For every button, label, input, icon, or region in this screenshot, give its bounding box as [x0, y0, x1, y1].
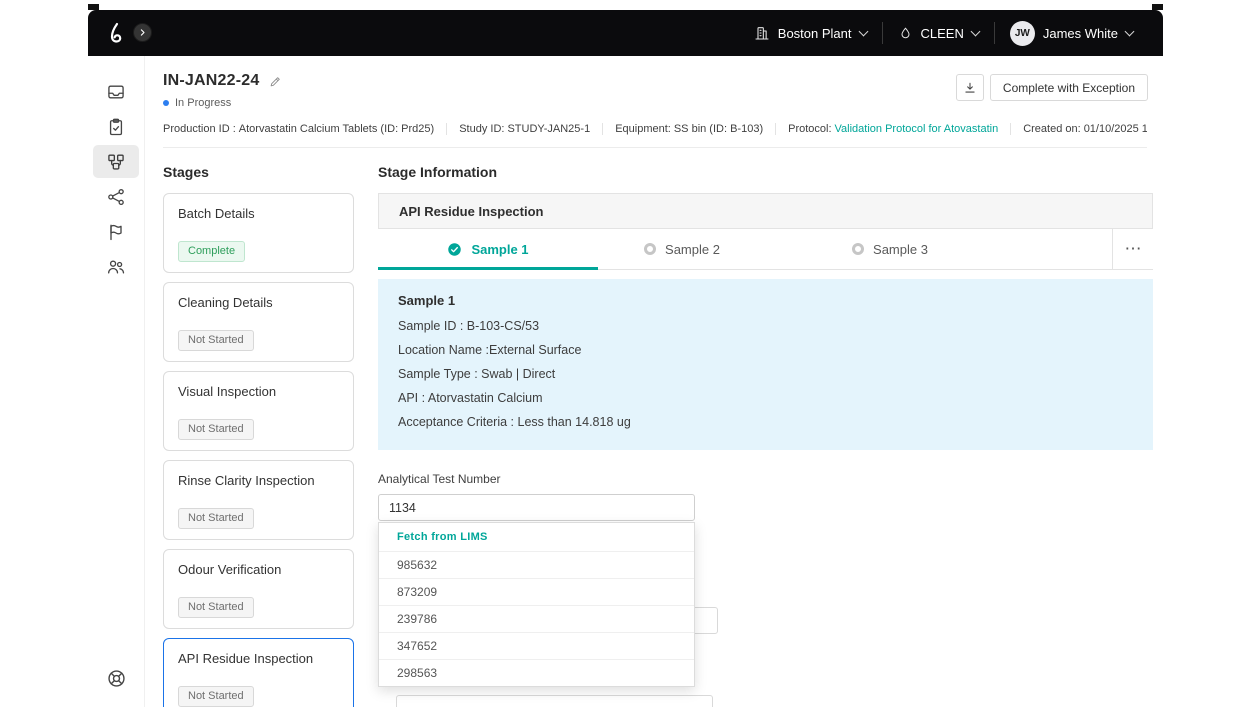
chevron-down-icon — [1125, 26, 1135, 36]
chevron-down-icon — [970, 26, 980, 36]
stage-information-column: Stage Information API Residue Inspection… — [378, 148, 1163, 703]
more-tabs-button[interactable]: ⋯ — [1112, 229, 1153, 269]
sidebar-item-workflow[interactable] — [93, 180, 139, 213]
pending-circle-icon — [644, 243, 656, 255]
download-button[interactable] — [956, 74, 984, 101]
user-name: James White — [1043, 26, 1118, 41]
app-selector[interactable]: CLEEN — [883, 26, 994, 41]
stage-card-odour-verification[interactable]: Odour Verification Not Started — [163, 549, 354, 629]
stages-column: Stages Batch Details Complete Cleaning D… — [145, 148, 378, 703]
edit-icon[interactable] — [269, 75, 282, 88]
sample-tabs: Sample 1 Sample 2 Sample 3 ⋯ — [378, 229, 1153, 270]
analytical-test-form: Analytical Test Number Fetch from LIMS 9… — [378, 472, 718, 521]
stage-status-badge: Not Started — [178, 330, 254, 351]
body: IN-JAN22-24 In Progress — [88, 56, 1163, 707]
sidebar — [88, 56, 145, 707]
meta-item-equipment: Equipment:SS bin (ID: B-103) — [602, 123, 775, 135]
stage-information-heading: Stage Information — [378, 164, 1153, 180]
dropdown-option[interactable]: 239786 — [379, 605, 694, 632]
stages-heading: Stages — [163, 164, 378, 180]
sidebar-item-support[interactable] — [93, 662, 139, 695]
user-menu[interactable]: JW James White — [995, 21, 1148, 46]
stage-status-badge: Not Started — [178, 597, 254, 618]
meta-item-production-id: Production ID :Atorvastatin Calcium Tabl… — [163, 123, 446, 135]
stage-status-badge: Complete — [178, 241, 245, 262]
sidebar-collapse-button[interactable] — [133, 23, 152, 42]
analytical-test-number-input[interactable] — [378, 494, 695, 521]
sidebar-item-flags[interactable] — [93, 215, 139, 248]
fetch-from-lims-action[interactable]: Fetch from LIMS — [379, 523, 694, 551]
sidebar-item-users[interactable] — [93, 250, 139, 283]
inbox-icon — [106, 82, 126, 102]
sample-title: Sample 1 — [398, 293, 1133, 308]
tab-sample-2[interactable]: Sample 2 — [598, 229, 766, 269]
stage-card-batch-details[interactable]: Batch Details Complete — [163, 193, 354, 273]
sidebar-item-inbox[interactable] — [93, 75, 139, 108]
stage-panel-header: API Residue Inspection — [378, 193, 1153, 229]
dropdown-option[interactable]: 298563 — [379, 659, 694, 686]
avatar: JW — [1010, 21, 1035, 46]
chevron-down-icon — [858, 26, 868, 36]
api-line: API : Atorvastatin Calcium — [398, 386, 1133, 410]
sample-type-line: Sample Type : Swab | Direct — [398, 362, 1133, 386]
sample-id-line: Sample ID : B-103-CS/53 — [398, 314, 1133, 338]
complete-with-exception-button[interactable]: Complete with Exception — [990, 74, 1148, 101]
pending-circle-icon — [852, 243, 864, 255]
cleen-app-icon — [898, 26, 913, 41]
status-text: In Progress — [175, 97, 231, 109]
support-icon — [106, 668, 127, 689]
stage-card-api-residue-inspection[interactable]: API Residue Inspection Not Started — [163, 638, 354, 707]
page-head: IN-JAN22-24 In Progress — [145, 56, 1163, 148]
plant-selector[interactable]: Boston Plant — [739, 25, 882, 41]
tab-sample-3[interactable]: Sample 3 — [766, 229, 1014, 269]
meta-item-created-on: Created on:01/10/2025 11:41:39 — [1010, 123, 1147, 135]
building-icon — [754, 25, 770, 41]
sidebar-item-tasks[interactable] — [93, 110, 139, 143]
partially-visible-input-field[interactable] — [396, 695, 713, 707]
status-dot-icon — [163, 100, 169, 106]
protocol-link[interactable]: Validation Protocol for Atovastatin — [835, 123, 999, 135]
app-name: CLEEN — [921, 26, 964, 41]
dropdown-option[interactable]: 347652 — [379, 632, 694, 659]
sidebar-item-stages[interactable] — [93, 145, 139, 178]
dropdown-option[interactable]: 985632 — [379, 551, 694, 578]
meta-item-protocol: Protocol:Validation Protocol for Atovast… — [775, 123, 1010, 135]
location-name-line: Location Name :External Surface — [398, 338, 1133, 362]
workflow-share-icon — [106, 187, 126, 207]
meta-item-study-id: Study ID:STUDY-JAN25-1 — [446, 123, 602, 135]
stage-card-visual-inspection[interactable]: Visual Inspection Not Started — [163, 371, 354, 451]
head-actions: Complete with Exception — [956, 74, 1148, 101]
sample-info-box: Sample 1 Sample ID : B-103-CS/53 Locatio… — [378, 279, 1153, 450]
main-content: IN-JAN22-24 In Progress — [145, 56, 1163, 707]
dropdown-option[interactable]: 873209 — [379, 578, 694, 605]
stage-status-badge: Not Started — [178, 508, 254, 529]
page-title: IN-JAN22-24 — [163, 72, 259, 90]
stage-card-cleaning-details[interactable]: Cleaning Details Not Started — [163, 282, 354, 362]
analytical-test-number-label: Analytical Test Number — [378, 472, 718, 486]
stages-icon — [106, 152, 126, 172]
plant-name: Boston Plant — [778, 26, 852, 41]
stage-card-rinse-clarity-inspection[interactable]: Rinse Clarity Inspection Not Started — [163, 460, 354, 540]
stage-status-badge: Not Started — [178, 419, 254, 440]
lims-dropdown: Fetch from LIMS 985632 873209 239786 347… — [378, 522, 695, 687]
topbar-right: Boston Plant CLEEN JW James White — [739, 21, 1148, 46]
users-icon — [106, 257, 126, 277]
check-circle-icon — [447, 242, 462, 257]
tab-sample-1[interactable]: Sample 1 — [378, 229, 598, 269]
clipboard-check-icon — [106, 117, 126, 137]
app-window: Boston Plant CLEEN JW James White — [88, 10, 1163, 707]
topbar: Boston Plant CLEEN JW James White — [88, 10, 1163, 56]
batch-meta-row: Production ID :Atorvastatin Calcium Tabl… — [163, 123, 1147, 135]
flag-icon — [106, 222, 126, 242]
leucine-logo-icon — [104, 21, 128, 45]
acceptance-criteria-line: Acceptance Criteria : Less than 14.818 u… — [398, 410, 1133, 434]
stage-status-badge: Not Started — [178, 686, 254, 707]
